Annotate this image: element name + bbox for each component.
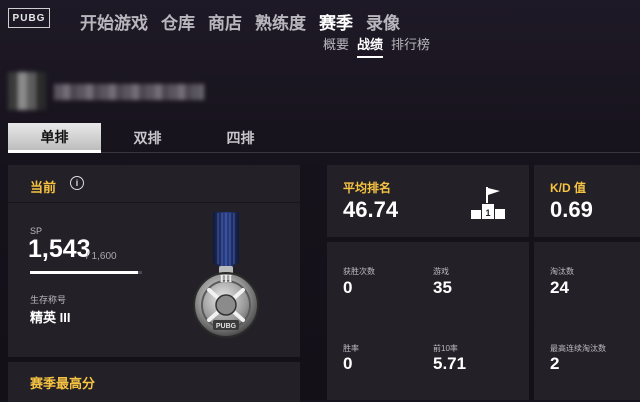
player-name-blurred: [54, 84, 204, 100]
sp-value: 1,543: [28, 235, 91, 263]
info-icon[interactable]: i: [70, 176, 84, 190]
current-title: 当前: [30, 180, 57, 195]
tab-leaderboard[interactable]: 排行榜: [391, 34, 430, 58]
nav-replays[interactable]: 录像: [366, 9, 400, 34]
wins-label: 获胜次数: [343, 267, 375, 276]
pubg-logo[interactable]: PUBG: [8, 8, 50, 28]
avg-rank-title: 平均排名: [343, 181, 392, 195]
tab-squad[interactable]: 四排: [194, 123, 287, 153]
streak-value: 2: [550, 354, 560, 373]
panel-divider: [8, 202, 300, 203]
season-best-panel: 赛季最高分: [8, 362, 300, 402]
podium-icon: 1: [471, 187, 505, 219]
nav-inventory[interactable]: 仓库: [161, 9, 195, 34]
rank-label: 生存称号: [30, 295, 67, 305]
sp-progress-fill: [30, 271, 138, 274]
winrate-value: 0: [343, 354, 353, 373]
sp-max: / 1,600: [86, 251, 117, 262]
kd-panel: K/D 值 0.69: [534, 165, 640, 237]
rank-value: 精英 III: [30, 310, 71, 325]
tab-records[interactable]: 战绩: [357, 34, 384, 58]
current-tier-panel: 当前 i SP 1,543 / 1,600 生存称号 精英 III III PU…: [8, 165, 300, 357]
kills-value: 24: [550, 278, 569, 297]
top10-value: 5.71: [433, 354, 467, 373]
nav-season[interactable]: 赛季: [319, 9, 353, 34]
kills-label: 淘汰数: [550, 267, 574, 276]
season-subnav: 概要 战绩 排行榜: [323, 34, 430, 58]
winrate-label: 胜率: [343, 344, 359, 353]
kd-value: 0.69: [550, 197, 593, 222]
tab-overview[interactable]: 概要: [323, 34, 349, 58]
nav-store[interactable]: 商店: [208, 9, 242, 34]
mode-tabs: 单排 双排 四排: [8, 123, 640, 153]
nav-play[interactable]: 开始游戏: [80, 9, 148, 34]
wins-value: 0: [343, 278, 353, 297]
main-nav: 开始游戏 仓库 商店 熟练度 赛季 录像: [80, 9, 400, 34]
sp-progress-bar: [30, 271, 142, 274]
avg-rank-panel: 平均排名 46.74 1: [327, 165, 529, 237]
tab-duo[interactable]: 双排: [101, 123, 194, 153]
medal-tier-text: III: [220, 273, 233, 285]
elite-medal-icon: III PUBG: [193, 212, 259, 338]
stats-panel-main: 获胜次数 0 游戏 35 胜率 0 前10率 5.71: [327, 242, 529, 400]
kd-title: K/D 值: [550, 181, 587, 195]
games-label: 游戏: [433, 267, 449, 276]
medal-brand-text: PUBG: [216, 323, 237, 330]
svg-text:1: 1: [485, 208, 490, 218]
streak-label: 最高连续淘汰数: [550, 344, 606, 353]
nav-mastery[interactable]: 熟练度: [255, 9, 306, 34]
games-value: 35: [433, 278, 452, 297]
stats-panel-side: 淘汰数 24 最高连续淘汰数 2: [534, 242, 640, 400]
top10-label: 前10率: [433, 344, 458, 353]
avg-rank-value: 46.74: [343, 197, 399, 222]
player-avatar: [8, 72, 46, 110]
season-best-title: 赛季最高分: [30, 376, 96, 391]
tab-solo[interactable]: 单排: [8, 123, 101, 153]
